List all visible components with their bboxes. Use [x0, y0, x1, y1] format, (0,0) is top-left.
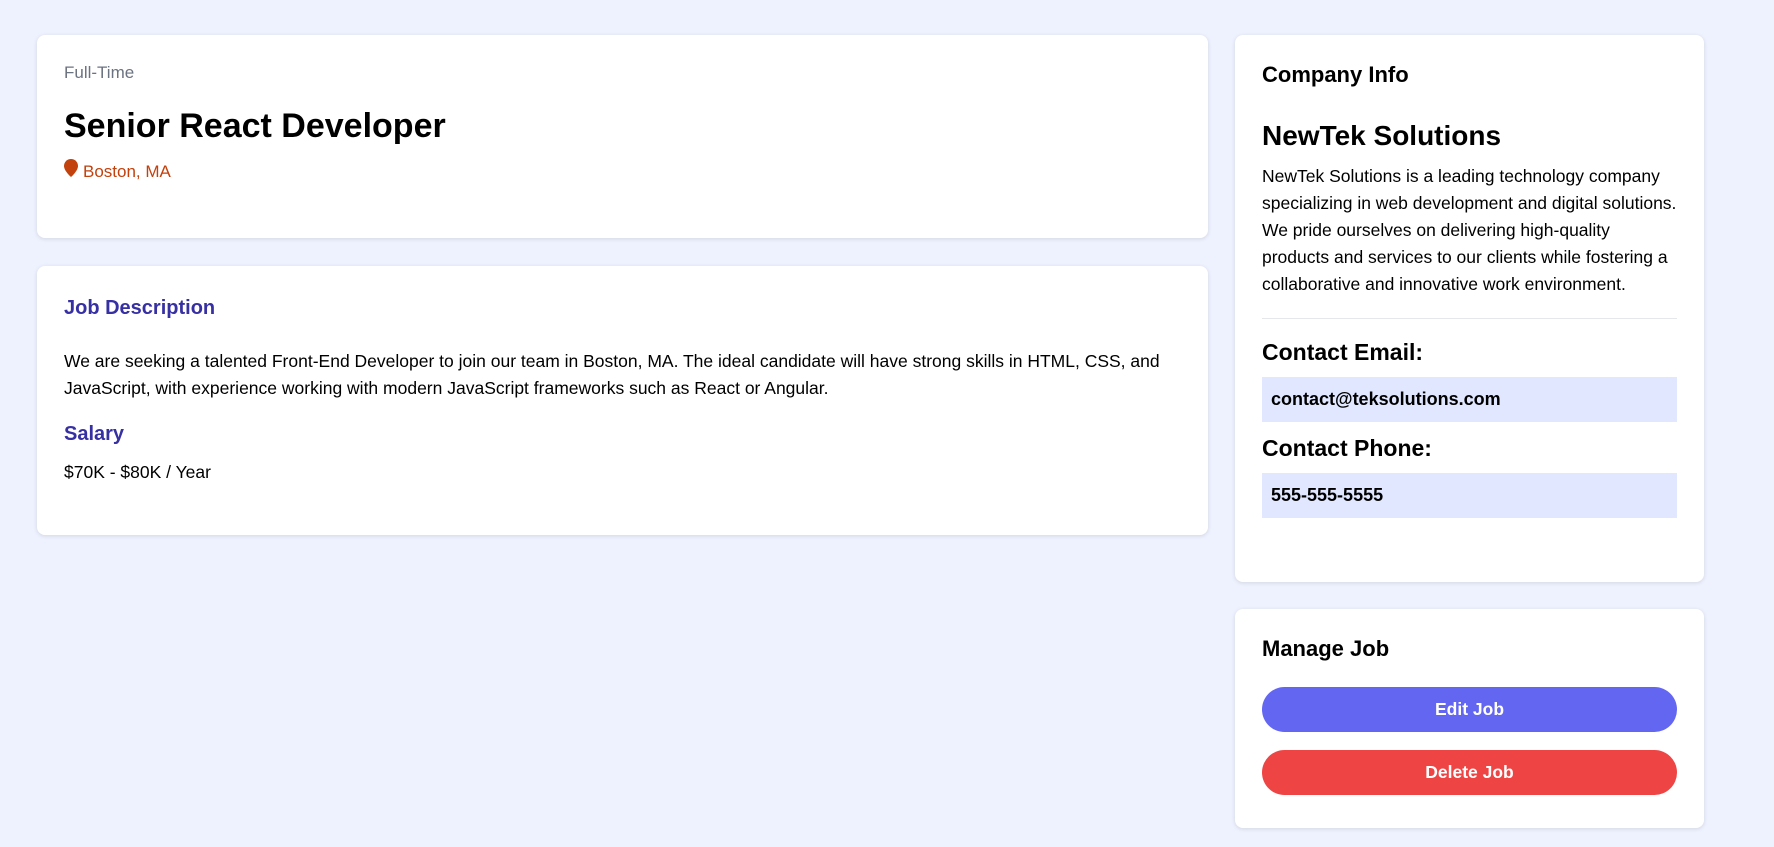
job-type: Full-Time	[64, 63, 135, 82]
job-title: Senior React Developer	[64, 107, 446, 145]
contact-phone-value: 555-555-5555	[1262, 473, 1677, 518]
description-heading: Job Description	[64, 297, 216, 319]
contact-phone-label: Contact Phone:	[1262, 435, 1432, 461]
job-header-card: Full-Time Senior React Developer Boston,…	[37, 35, 1208, 238]
job-description-card: Job Description We are seeking a talente…	[37, 266, 1208, 535]
company-description: NewTek Solutions is a leading technology…	[1262, 166, 1677, 294]
company-name: NewTek Solutions	[1262, 120, 1502, 151]
delete-job-button[interactable]: Delete Job	[1262, 750, 1677, 795]
contact-email-label: Contact Email:	[1262, 339, 1424, 365]
manage-job-heading: Manage Job	[1262, 636, 1390, 661]
salary-text: $70K - $80K / Year	[64, 462, 211, 482]
contact-email-value: contact@teksolutions.com	[1262, 377, 1677, 422]
company-info-card: Company Info NewTek Solutions NewTek Sol…	[1235, 35, 1704, 582]
manage-job-card: Manage Job Edit Job Delete Job	[1235, 609, 1704, 828]
description-text: We are seeking a talented Front-End Deve…	[64, 351, 1160, 398]
divider	[1262, 318, 1677, 319]
map-marker-icon	[64, 159, 83, 182]
location-text: Boston, MA	[83, 162, 171, 181]
salary-heading: Salary	[64, 423, 125, 445]
job-location: Boston, MA	[64, 159, 1181, 182]
company-info-heading: Company Info	[1262, 62, 1409, 87]
edit-job-button[interactable]: Edit Job	[1262, 687, 1677, 732]
